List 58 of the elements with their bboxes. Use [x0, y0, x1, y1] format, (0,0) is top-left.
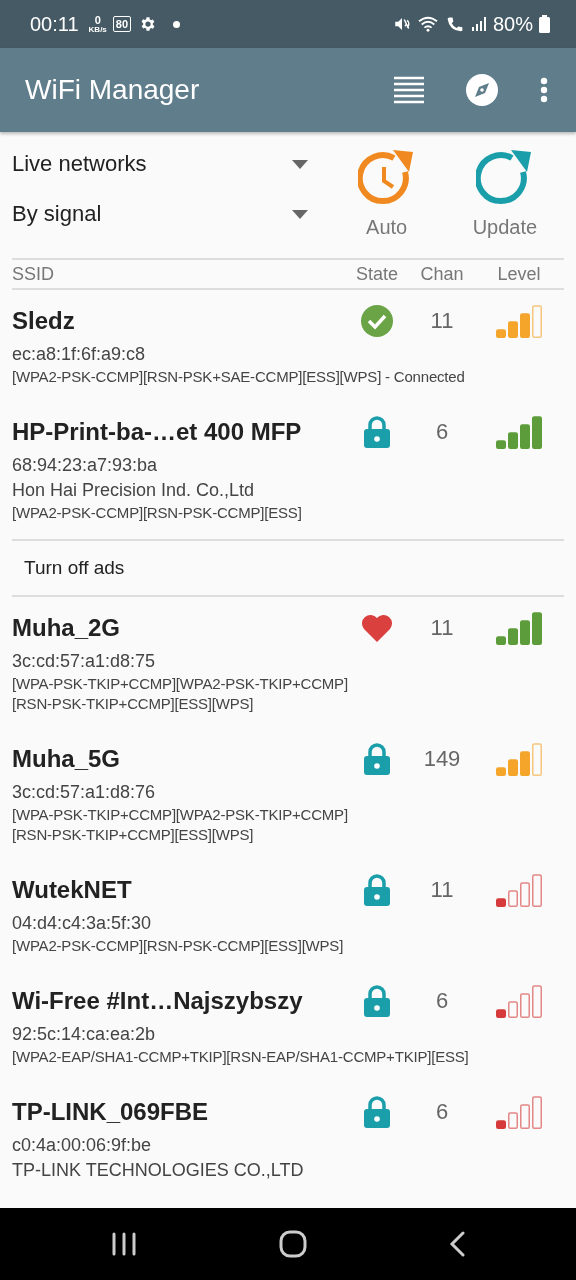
network-name: Sledz [12, 307, 76, 335]
channel-number: 11 [429, 615, 455, 641]
update-button[interactable]: Update [445, 150, 564, 239]
network-detail: TP-LINK TECHNOLOGIES CO.,LTD [12, 1160, 305, 1181]
wifi-icon [416, 15, 439, 33]
network-name: TP-LINK_069FBE [12, 1098, 210, 1126]
recent-apps-icon[interactable] [111, 1232, 137, 1256]
security-flags: [RSN-PSK-TKIP+CCMP][ESS][WPS] [12, 826, 255, 843]
column-header: Chan [419, 263, 465, 285]
battery-percent: 80% [492, 12, 533, 36]
security-flags: [RSN-PSK-TKIP+CCMP][ESS][WPS] [12, 695, 255, 712]
channel-number: 6 [434, 988, 450, 1014]
security-flags: [WPA2-EAP/SHA1-CCMP+TKIP][RSN-EAP/SHA1-CCMP+TKIP][ESS] [12, 1048, 470, 1065]
column-header: State [355, 263, 399, 285]
channel-number: 11 [429, 308, 455, 334]
battery-icon [539, 15, 550, 33]
network-name: Muha_5G [12, 745, 122, 773]
network-detail: 3c:cd:57:a1:d8:75 [12, 651, 157, 672]
turn-off-ads-link[interactable]: Turn off ads [24, 557, 125, 578]
security-flags: [WPA2-PSK-CCMP][RSN-PSK-CCMP][ESS][WPS] [12, 937, 345, 954]
dropdown-arrow-icon [291, 209, 308, 219]
auto-button[interactable]: Auto [327, 150, 446, 239]
network-detail: c0:4a:00:06:9f:be [12, 1135, 153, 1156]
compass-icon[interactable] [466, 74, 498, 106]
network-detail: 68:94:23:a7:93:ba [12, 455, 159, 476]
security-flags: [WPA-PSK-TKIP+CCMP][WPA2-PSK-TKIP+CCMP] [12, 806, 349, 823]
channel-number: 11 [429, 877, 455, 903]
network-name: Muha_2G [12, 614, 122, 642]
more-options-icon[interactable] [540, 77, 548, 103]
network-detail: ec:a8:1f:6f:a9:c8 [12, 344, 147, 365]
column-header: SSID [12, 263, 55, 285]
network-detail: 3c:cd:57:a1:d8:76 [12, 782, 157, 803]
channel-number: 6 [434, 419, 450, 445]
security-flags: [WPA2-PSK-CCMP][RSN-PSK-CCMP][ESS] [12, 504, 303, 521]
notification-dot [173, 20, 181, 28]
column-header: Level [496, 263, 542, 285]
security-flags: [WPA2-PSK-CCMP][RSN-PSK+SAE-CCMP][ESS][WPS] - Connected [12, 368, 466, 385]
security-flags: [WPA-PSK-TKIP+CCMP][WPA2-PSK-TKIP+CCMP] [12, 675, 349, 692]
list-icon[interactable] [394, 76, 424, 104]
home-icon[interactable] [279, 1230, 307, 1258]
network-detail: Hon Hai Precision Ind. Co.,Ltd [12, 480, 256, 501]
notification-badge: 80 [112, 16, 132, 32]
back-icon[interactable] [449, 1231, 465, 1257]
network-detail: 04:d4:c4:3a:5f:30 [12, 913, 153, 934]
dropdown[interactable]: Live networks [12, 146, 308, 182]
channel-number: 6 [434, 1099, 450, 1125]
network-name: Wi-Free #Int…Najszybszy [12, 987, 304, 1015]
clock-time: 00:11 [30, 12, 79, 36]
dropdown[interactable]: By signal [12, 196, 308, 232]
network-name: WutekNET [12, 876, 133, 904]
dropdown-arrow-icon [291, 159, 308, 169]
network-name: HP-Print-ba-…et 400 MFP [12, 418, 303, 446]
speed-value: 0 [94, 14, 101, 26]
speed-unit: KB/s [88, 25, 107, 34]
network-detail: 92:5c:14:ca:ea:2b [12, 1024, 157, 1045]
channel-number: 149 [422, 746, 462, 772]
app-title: WiFi Manager [25, 74, 201, 106]
cell-signal-icon [470, 16, 487, 32]
